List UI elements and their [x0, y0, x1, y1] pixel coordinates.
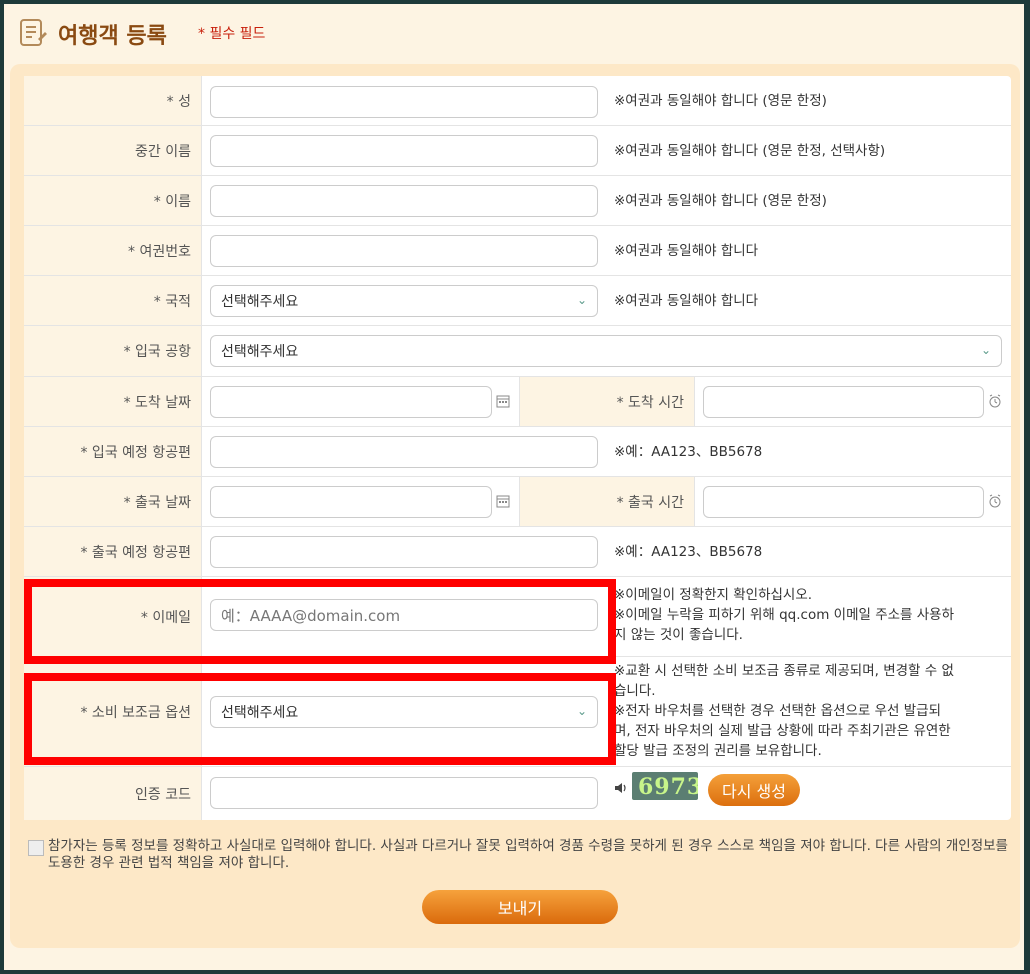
row-nationality: * 국적 선택해주세요 ⌄ ※여권과 동일해야 합니다 — [24, 276, 1011, 326]
middle-name-input[interactable] — [210, 135, 598, 167]
note-subsidy-line: ※교환 시 선택한 소비 보조금 종류로 제공되며, 변경할 수 없 — [614, 663, 954, 679]
clock-icon[interactable] — [988, 394, 1002, 408]
row-captcha: 인증 코드 — [24, 767, 1011, 820]
agreement-text: 참가자는 등록 정보를 정확하고 사실대로 입력해야 합니다. 사실과 다르거나… — [48, 838, 1008, 871]
first-name-input[interactable] — [210, 185, 598, 217]
row-arrival-flight: * 입국 예정 항공편 ※예：AA123、BB5678 — [24, 427, 1011, 477]
label-captcha: 인증 코드 — [24, 767, 202, 820]
passport-input[interactable] — [210, 235, 598, 267]
captcha-code: 6973 — [638, 774, 698, 800]
clock-icon[interactable] — [988, 494, 1002, 508]
label-first-name: * 이름 — [24, 176, 202, 225]
captcha-image: 6973 — [632, 772, 698, 800]
note-first-name: ※여권과 동일해야 합니다 (영문 한정) — [614, 193, 827, 209]
row-airport: * 입국 공항 선택해주세요 ⌄ — [24, 326, 1011, 377]
note-passport: ※여권과 동일해야 합니다 — [614, 243, 759, 259]
page-frame: 여행객 등록 * 필수 필드 * 성 ※여권과 동일해야 합니다 (영문 한정)… — [4, 4, 1024, 970]
label-arrival-time: * 도착 시간 — [519, 377, 695, 426]
row-arrival: * 도착 날짜 * 도착 시간 — [24, 377, 1011, 427]
note-subsidy-line: 할당 발급 조정의 권리를 보유합니다. — [614, 743, 822, 759]
label-passport: * 여권번호 — [24, 226, 202, 275]
note-departure-flight: ※예：AA123、BB5678 — [614, 544, 763, 560]
note-email-line: 지 않는 것이 좋습니다. — [614, 627, 743, 643]
last-name-input[interactable] — [210, 86, 598, 118]
document-list-icon — [20, 19, 47, 46]
row-middle-name: 중간 이름 ※여권과 동일해야 합니다 (영문 한정, 선택사항) — [24, 126, 1011, 176]
departure-time-input[interactable] — [703, 486, 984, 518]
airport-select[interactable]: 선택해주세요 ⌄ — [210, 335, 1002, 367]
note-subsidy-line: 습니다. — [614, 683, 656, 699]
form-panel: * 성 ※여권과 동일해야 합니다 (영문 한정) 중간 이름 ※여권과 동일해… — [10, 64, 1020, 948]
label-airport: * 입국 공항 — [24, 326, 202, 376]
chevron-down-icon: ⌄ — [576, 293, 587, 307]
note-arrival-flight: ※예：AA123、BB5678 — [614, 444, 763, 460]
arrival-flight-input[interactable] — [210, 436, 598, 468]
row-departure: * 출국 날짜 * 출국 시간 — [24, 477, 1011, 527]
row-first-name: * 이름 ※여권과 동일해야 합니다 (영문 한정) — [24, 176, 1011, 226]
label-middle-name: 중간 이름 — [24, 126, 202, 175]
arrival-time-input[interactable] — [703, 386, 984, 418]
calendar-icon[interactable] — [496, 394, 510, 408]
speaker-icon[interactable] — [614, 782, 628, 794]
note-subsidy-line: 며, 전자 바우처의 실제 발급 상황에 따라 주최기관은 유연한 — [614, 723, 951, 739]
row-last-name: * 성 ※여권과 동일해야 합니다 (영문 한정) — [24, 76, 1011, 126]
note-middle-name: ※여권과 동일해야 합니다 (영문 한정, 선택사항) — [614, 143, 886, 159]
row-departure-flight: * 출국 예정 항공편 ※예：AA123、BB5678 — [24, 527, 1011, 577]
label-last-name: * 성 — [24, 76, 202, 125]
airport-selected: 선택해주세요 — [221, 344, 299, 360]
note-subsidy-line: ※전자 바우처를 선택한 경우 선택한 옵션으로 우선 발급되 — [614, 703, 942, 719]
label-departure-date: * 출국 날짜 — [24, 477, 202, 526]
chevron-down-icon: ⌄ — [980, 343, 991, 357]
regenerate-captcha-button[interactable]: 다시 생성 — [708, 774, 800, 806]
note-nationality: ※여권과 동일해야 합니다 — [614, 293, 759, 309]
required-field-note: * 필수 필드 — [198, 26, 266, 42]
calendar-icon[interactable] — [496, 494, 510, 508]
note-last-name: ※여권과 동일해야 합니다 (영문 한정) — [614, 93, 827, 109]
note-email-line: ※이메일 누락을 피하기 위해 qq.com 이메일 주소를 사용하 — [614, 607, 955, 623]
row-passport: * 여권번호 ※여권과 동일해야 합니다 — [24, 226, 1011, 276]
submit-button[interactable]: 보내기 — [422, 890, 618, 924]
note-email: ※이메일이 정확한지 확인하십시오. ※이메일 누락을 피하기 위해 qq.co… — [614, 585, 999, 645]
arrival-date-input[interactable] — [210, 386, 492, 418]
subsidy-highlight-box — [24, 673, 616, 765]
label-nationality: * 국적 — [24, 276, 202, 325]
label-arrival-date: * 도착 날짜 — [24, 377, 202, 426]
note-subsidy: ※교환 시 선택한 소비 보조금 종류로 제공되며, 변경할 수 없 습니다. … — [614, 661, 1004, 761]
captcha-input[interactable] — [210, 777, 598, 809]
label-departure-time: * 출국 시간 — [519, 477, 695, 526]
label-departure-flight: * 출국 예정 항공편 — [24, 527, 202, 576]
page-title: 여행객 등록 — [58, 24, 167, 49]
page-header: 여행객 등록 * 필수 필드 — [4, 4, 1024, 62]
departure-flight-input[interactable] — [210, 536, 598, 568]
note-email-line: ※이메일이 정확한지 확인하십시오. — [614, 587, 813, 603]
departure-date-input[interactable] — [210, 486, 492, 518]
email-highlight-box — [24, 579, 616, 664]
label-arrival-flight: * 입국 예정 항공편 — [24, 427, 202, 476]
nationality-select[interactable]: 선택해주세요 ⌄ — [210, 285, 598, 317]
agreement-checkbox[interactable] — [28, 840, 44, 856]
nationality-selected: 선택해주세요 — [221, 294, 299, 310]
